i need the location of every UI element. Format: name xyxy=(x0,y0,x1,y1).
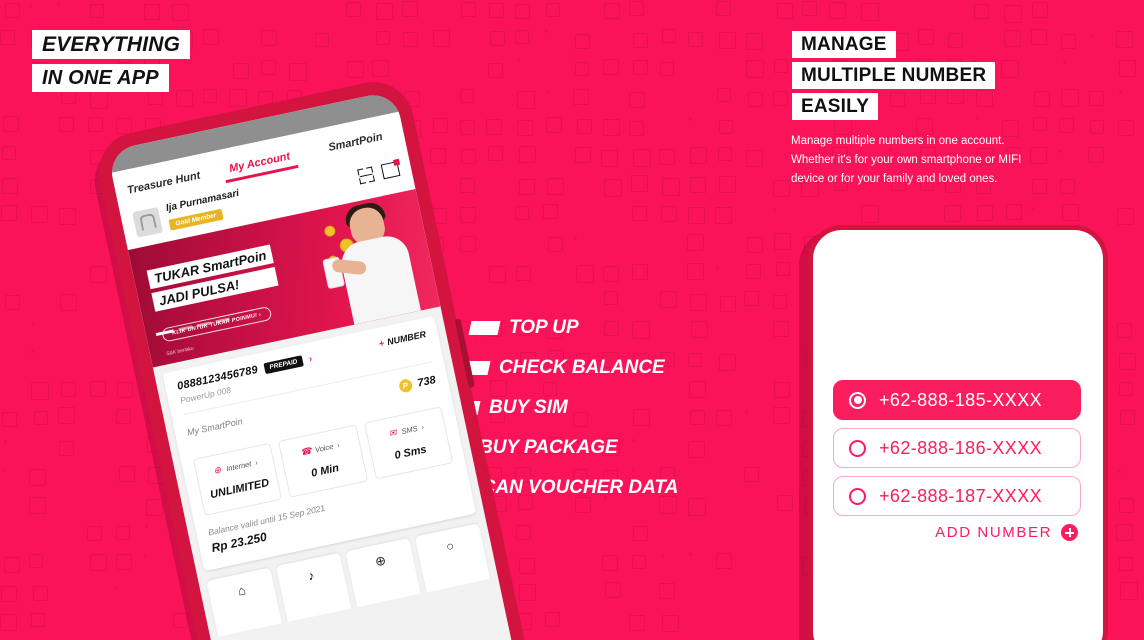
radio-unselected-icon[interactable] xyxy=(849,439,866,457)
coin-icon: P xyxy=(397,378,414,394)
feature-label: TOP UP xyxy=(509,317,579,338)
account-header-actions xyxy=(357,161,401,185)
add-number-button[interactable]: ADD NUMBER xyxy=(833,524,1081,541)
feature-item-check-balance: CHECK BALANCE xyxy=(458,348,710,388)
quota-card-internet[interactable]: ⊕ Internet › UNLIMITED xyxy=(192,442,283,516)
feature-label: BUY SIM xyxy=(489,397,568,418)
right-description-line-1: Manage multiple numbers in one account. xyxy=(791,135,1005,147)
headline-text-everything: EVERYTHING xyxy=(42,32,181,56)
promo-terms-note: S&K berlaku xyxy=(165,345,195,358)
home-icon[interactable]: ⌂ xyxy=(206,567,282,637)
account-identity: Ija Purnamasari Gold Member xyxy=(165,188,244,232)
user-avatar-icon xyxy=(138,212,157,231)
chevron-right-icon: › xyxy=(336,439,341,450)
quota-header: ⊕ Internet › xyxy=(202,455,268,478)
right-description: Manage multiple numbers in one account. … xyxy=(791,132,1041,189)
number-option-row[interactable]: +62-888-186-XXXX xyxy=(833,428,1081,468)
parallelogram-bullet xyxy=(468,321,501,335)
quota-label: Voice xyxy=(314,441,334,454)
quota-label: Internet xyxy=(225,458,252,473)
feature-label: CHECK BALANCE xyxy=(499,357,665,378)
quota-label: SMS xyxy=(400,423,419,436)
headline-badge-easily: EASILY xyxy=(792,93,879,120)
promo-cta-button[interactable]: KLIK UNTUK TUKAR POINMU! › xyxy=(161,305,273,343)
globe-nav-icon[interactable]: ⊕ xyxy=(345,537,421,608)
headline-text-manage: MANAGE xyxy=(801,33,887,55)
phone-icon: ☎ xyxy=(299,444,313,457)
model-body xyxy=(337,232,421,325)
number-option-row[interactable]: +62-888-185-XXXX xyxy=(833,380,1081,420)
number-selector-list: +62-888-185-XXXX +62-888-186-XXXX +62-888-… xyxy=(833,380,1081,541)
number-option-row[interactable]: +62-888-187-XXXX xyxy=(833,476,1081,516)
sms-icon: ✉ xyxy=(387,426,398,439)
smartpoin-value-group: P 738 xyxy=(397,373,437,394)
shop-icon[interactable]: ♪ xyxy=(275,552,352,622)
radio-unselected-icon[interactable] xyxy=(849,487,866,505)
number-option-label: +62-888-187-XXXX xyxy=(879,485,1043,506)
add-number-label: ADD NUMBER xyxy=(935,524,1052,541)
number-option-label: +62-888-186-XXXX xyxy=(879,437,1043,458)
headline-text-easily: EASILY xyxy=(801,95,870,117)
feature-item-buy-sim: BUY SIM xyxy=(448,388,710,428)
quota-card-sms[interactable]: ✉ SMS › 0 Sms xyxy=(363,406,454,480)
quota-value: 0 Min xyxy=(310,462,341,480)
promo-model-illustration xyxy=(317,194,435,327)
smartpoin-value: 738 xyxy=(416,373,437,390)
quota-value: 0 Sms xyxy=(393,443,428,462)
promo-banner-title: TUKAR SmartPoin JADI PULSA! xyxy=(146,244,280,315)
globe-icon: ⊕ xyxy=(212,464,222,476)
membership-tier-badge: Gold Member xyxy=(168,208,224,231)
feature-label: SCAN VOUCHER DATA xyxy=(469,477,679,498)
number-option-label: +62-888-185-XXXX xyxy=(879,389,1043,410)
quota-card-voice[interactable]: ☎ Voice › 0 Min xyxy=(278,424,368,498)
right-description-line-3: device or for your family and loved ones… xyxy=(791,173,998,185)
smartpoin-label: My SmartPoin xyxy=(186,415,244,438)
headline-badge-manage: MANAGE xyxy=(792,31,896,58)
feature-item-top-up: TOP UP xyxy=(468,308,710,348)
headline-text-multiple-number: MULTIPLE NUMBER xyxy=(801,64,987,86)
profile-icon[interactable]: ○ xyxy=(414,523,491,593)
headline-badge-multiple-number: MULTIPLE NUMBER xyxy=(792,62,996,89)
avatar xyxy=(132,206,163,238)
poster-canvas: EVERYTHING IN ONE APP MANAGE MULTIPLE NU… xyxy=(0,0,1144,640)
chevron-right-icon: › xyxy=(420,422,425,432)
quota-header: ☎ Voice › xyxy=(287,437,353,460)
scan-qr-icon[interactable] xyxy=(357,166,375,185)
radio-selected-icon[interactable] xyxy=(849,391,866,409)
headline-badge-in-one-app: IN ONE APP xyxy=(32,64,169,92)
headline-text-in-one-app: IN ONE APP xyxy=(42,66,159,89)
chevron-right-icon: › xyxy=(307,353,314,364)
right-phone-mockup: +62-888-185-XXXX +62-888-186-XXXX +62-888-… xyxy=(808,225,1108,640)
inbox-envelope-icon[interactable] xyxy=(380,161,401,180)
quota-header: ✉ SMS › xyxy=(373,419,439,442)
chevron-right-icon: › xyxy=(254,457,259,467)
plus-circle-icon[interactable] xyxy=(1061,524,1078,541)
right-description-line-2: Whether it's for your own smartphone or … xyxy=(791,154,1022,166)
quota-value: UNLIMITED xyxy=(209,476,271,502)
plus-icon: + xyxy=(378,337,386,349)
feature-label: BUY PACKAGE xyxy=(479,437,618,458)
headline-badge-everything: EVERYTHING xyxy=(32,30,191,59)
